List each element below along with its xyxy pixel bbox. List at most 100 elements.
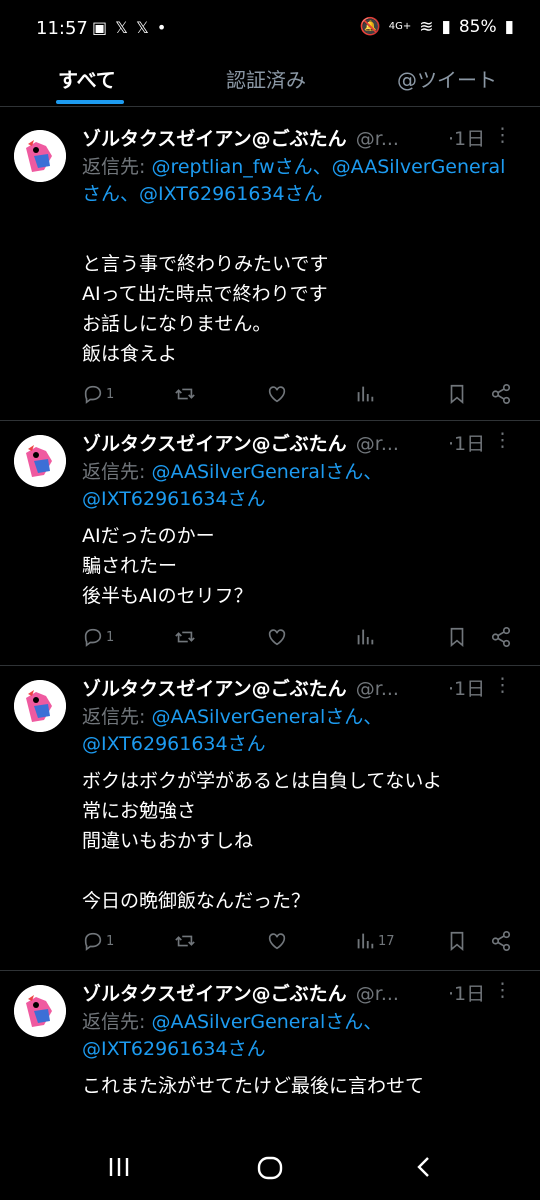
system-nav-bar <box>0 1140 540 1200</box>
reply-to: 返信先: @AASilverGeneralさん、@IXT62961634さん <box>82 459 522 513</box>
views-button[interactable] <box>354 626 378 648</box>
dot-icon: • <box>156 18 167 37</box>
status-time: 11:57 <box>36 18 88 39</box>
views-button[interactable] <box>354 383 378 405</box>
picture-icon: ▣ <box>92 18 108 37</box>
reply-count: 1 <box>106 933 115 949</box>
reply-to: 返信先: @reptlian_fwさん、@AASilverGeneralさん、@… <box>82 154 522 208</box>
bookmark-button[interactable] <box>446 383 468 405</box>
mute-icon: 🔕 <box>359 17 381 37</box>
share-icon <box>491 627 511 647</box>
reply-prefix: 返信先: <box>82 1011 152 1033</box>
reply-prefix: 返信先: <box>82 461 152 483</box>
more-icon[interactable]: ⋮ <box>493 674 512 696</box>
bookmark-icon <box>450 627 464 648</box>
battery-icon: ▮ <box>504 17 514 37</box>
tweet-actions: 1 <box>82 626 522 652</box>
timestamp[interactable]: ·1日 <box>448 979 485 1006</box>
share-icon <box>491 931 511 951</box>
timestamp[interactable]: ·1日 <box>448 674 485 701</box>
reply-button[interactable]: 1 <box>82 930 114 952</box>
recents-icon[interactable] <box>106 1154 132 1187</box>
handle[interactable]: @r... <box>356 433 399 455</box>
retweet-icon <box>175 631 195 643</box>
display-name[interactable]: ゾルタクスゼイアン@ごぶたん <box>82 128 347 150</box>
tab-verified[interactable]: 認証済み <box>226 64 306 93</box>
display-name[interactable]: ゾルタクスゼイアン@ごぶたん <box>82 678 347 700</box>
tab-all[interactable]: すべて <box>58 64 116 93</box>
share-button[interactable] <box>490 930 512 952</box>
reply-count: 1 <box>106 386 115 402</box>
reply-icon <box>84 932 102 951</box>
tweet-text: と言う事で終わりみたいです AIって出た時点で終わりです お話しになりません。 … <box>82 253 329 365</box>
network-type: 4G+ <box>388 21 412 32</box>
more-icon[interactable]: ⋮ <box>493 429 512 451</box>
like-icon <box>268 629 286 646</box>
reply-icon <box>84 385 102 404</box>
like-button[interactable] <box>266 930 288 952</box>
handle[interactable]: @r... <box>356 678 399 700</box>
retweet-icon <box>175 388 195 400</box>
active-tab-indicator <box>56 100 124 104</box>
x-logo-icon: 𝕏 <box>115 18 129 37</box>
bookmark-button[interactable] <box>446 930 468 952</box>
notification-tabs: すべて 認証済み @ツイート <box>0 58 540 107</box>
reply-button[interactable]: 1 <box>82 626 114 648</box>
timestamp[interactable]: ·1日 <box>448 429 485 456</box>
battery-level: 85% <box>458 17 497 37</box>
tweet-text: ボクはボクが学があるとは自負してないよ 常にお勉強さ 間違いもおかすしね 今日の… <box>82 770 443 912</box>
avatar[interactable] <box>14 680 66 732</box>
timestamp[interactable]: ·1日 <box>448 124 485 151</box>
wifi-icon: ≋ <box>419 17 434 37</box>
views-icon <box>357 933 374 949</box>
reply-icon <box>84 628 102 647</box>
tweet-actions: 1 <box>82 383 522 409</box>
tab-mentions[interactable]: @ツイート <box>397 64 497 93</box>
retweet-button[interactable] <box>174 930 196 952</box>
views-button[interactable]: 17 <box>354 930 395 952</box>
like-button[interactable] <box>266 626 288 648</box>
more-icon[interactable]: ⋮ <box>493 979 512 1001</box>
tweet[interactable]: ゾルタクスゼイアン@ごぶたん @r... ·1日 ⋮ 返信先: @AASilve… <box>0 421 540 666</box>
tweet-text: これまた泳がせてたけど最後に言わせて <box>82 1075 425 1097</box>
bookmark-icon <box>450 931 464 952</box>
like-icon <box>268 386 286 403</box>
reply-to: 返信先: @AASilverGeneralさん、@IXT62961634さん <box>82 1009 522 1063</box>
bookmark-button[interactable] <box>446 626 468 648</box>
tweet-text: AIだったのかー 騙されたー 後半もAIのセリフ？ <box>82 525 253 607</box>
share-icon <box>491 384 511 404</box>
share-button[interactable] <box>490 383 512 405</box>
tweet-actions: 1 17 <box>82 930 522 956</box>
back-icon[interactable] <box>412 1154 438 1187</box>
handle[interactable]: @r... <box>356 128 399 150</box>
avatar[interactable] <box>14 130 66 182</box>
x-logo-icon: 𝕏 <box>136 18 149 37</box>
more-icon[interactable]: ⋮ <box>493 124 512 146</box>
reply-prefix: 返信先: <box>82 706 152 728</box>
reply-count: 1 <box>106 629 115 645</box>
reply-prefix: 返信先: <box>82 156 152 178</box>
home-icon[interactable] <box>256 1154 284 1189</box>
reply-button[interactable]: 1 <box>82 383 114 405</box>
bookmark-icon <box>450 384 464 405</box>
like-icon <box>268 933 286 950</box>
handle[interactable]: @r... <box>356 983 399 1005</box>
views-count: 17 <box>378 933 395 949</box>
signal-icon: ▮ <box>441 17 451 37</box>
tweet[interactable]: ゾルタクスゼイアン@ごぶたん @r... ·1日 ⋮ 返信先: @AASilve… <box>0 666 540 971</box>
tweet[interactable]: ゾルタクスゼイアン@ごぶたん @r... ·1日 ⋮ 返信先: @AASilve… <box>0 971 540 1131</box>
tweet[interactable]: ゾルタクスゼイアン@ごぶたん @r... ·1日 ⋮ 返信先: @reptlia… <box>0 116 540 421</box>
avatar[interactable] <box>14 435 66 487</box>
share-button[interactable] <box>490 626 512 648</box>
status-bar: 11:57 ▣ 𝕏 𝕏 • 🔕 4G+ ≋ ▮ 85% ▮ <box>0 0 540 58</box>
retweet-button[interactable] <box>174 626 196 648</box>
like-button[interactable] <box>266 383 288 405</box>
reply-to: 返信先: @AASilverGeneralさん、@IXT62961634さん <box>82 704 522 758</box>
display-name[interactable]: ゾルタクスゼイアン@ごぶたん <box>82 433 347 455</box>
retweet-icon <box>175 935 195 947</box>
views-icon <box>357 386 374 402</box>
display-name[interactable]: ゾルタクスゼイアン@ごぶたん <box>82 983 347 1005</box>
avatar[interactable] <box>14 985 66 1037</box>
retweet-button[interactable] <box>174 383 196 405</box>
views-icon <box>357 629 374 645</box>
